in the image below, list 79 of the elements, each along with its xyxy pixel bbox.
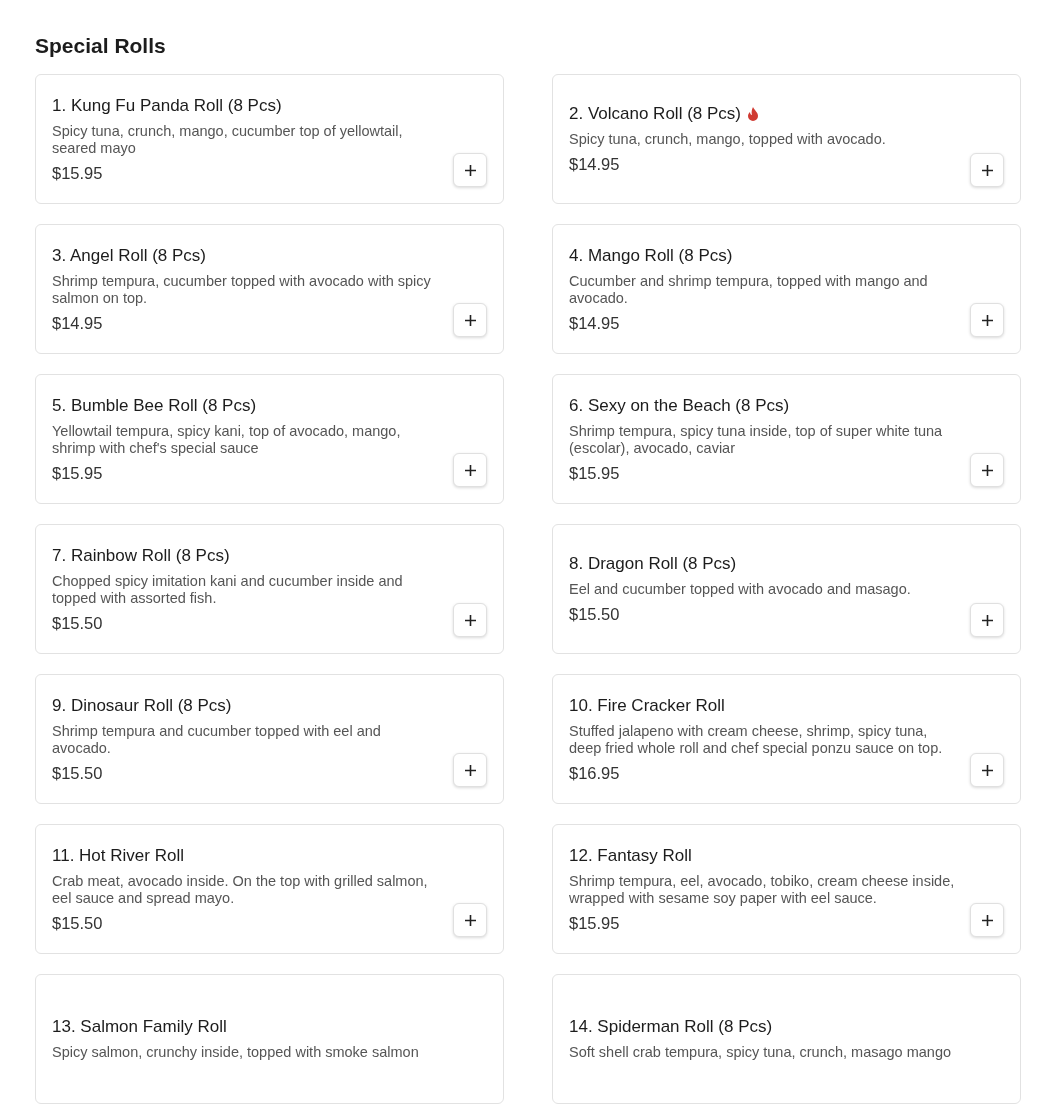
item-description: Stuffed jalapeno with cream cheese, shrimp, spicy tuna, deep fried whole roll and chef special ponzu sauce on top.: [569, 722, 944, 757]
add-button[interactable]: [453, 453, 487, 487]
item-price: $15.50: [52, 763, 104, 783]
item-price: $15.50: [52, 913, 104, 933]
menu-item-card[interactable]: 3. Angel Roll (8 Pcs) Shrimp tempura, cucumber topped with avocado with spicy salmon on top. $14.95: [35, 224, 504, 354]
menu-item-card[interactable]: 8. Dragon Roll (8 Pcs) Eel and cucumber topped with avocado and masago. $15.50: [552, 524, 1021, 654]
add-button[interactable]: [970, 153, 1004, 187]
item-price: $16.95: [569, 763, 621, 783]
item-name: 11. Hot River Roll: [52, 845, 184, 866]
menu-item-card[interactable]: 13. Salmon Family Roll Spicy salmon, crunchy inside, topped with smoke salmon: [35, 974, 504, 1104]
plus-icon: [464, 464, 476, 476]
item-price: $14.95: [52, 313, 104, 333]
menu-item-card[interactable]: 9. Dinosaur Roll (8 Pcs) Shrimp tempura and cucumber topped with eel and avocado. $15.50: [35, 674, 504, 804]
item-description: Spicy tuna, crunch, mango, topped with avocado.: [569, 131, 887, 148]
section-title: Special Rolls: [35, 34, 167, 58]
plus-icon: [464, 914, 476, 926]
item-description: Soft shell crab tempura, spicy tuna, crunch, masago mango: [569, 1044, 953, 1061]
item-price: $15.95: [569, 913, 621, 933]
plus-icon: [981, 764, 993, 776]
item-price: $14.95: [569, 155, 621, 174]
add-button[interactable]: [970, 453, 1004, 487]
item-description: Shrimp tempura, cucumber topped with avocado with spicy salmon on top.: [52, 272, 432, 307]
add-button[interactable]: [970, 603, 1004, 637]
item-name: 12. Fantasy Roll: [569, 845, 692, 866]
plus-icon: [981, 314, 993, 326]
add-button[interactable]: [970, 303, 1004, 337]
plus-icon: [464, 764, 476, 776]
plus-icon: [981, 914, 993, 926]
plus-icon: [464, 314, 476, 326]
menu-item-card[interactable]: 7. Rainbow Roll (8 Pcs) Chopped spicy imitation kani and cucumber inside and topped with assorted fish. $15.50: [35, 524, 504, 654]
plus-icon: [464, 164, 476, 176]
add-button[interactable]: [453, 303, 487, 337]
item-price: $14.95: [569, 313, 621, 333]
menu-item-card[interactable]: 11. Hot River Roll Crab meat, avocado inside. On the top with grilled salmon, eel sauce and spread mayo. $15.50: [35, 824, 504, 954]
add-button[interactable]: [453, 903, 487, 937]
menu-item-card[interactable]: 10. Fire Cracker Roll Stuffed jalapeno with cream cheese, shrimp, spicy tuna, deep fried whole roll and chef special ponzu sauce on top. $16.95: [552, 674, 1021, 804]
item-price: $15.95: [52, 163, 104, 183]
menu-item-card[interactable]: 1. Kung Fu Panda Roll (8 Pcs) Spicy tuna, crunch, mango, cucumber top of yellowtail, seared mayo $15.95: [35, 74, 504, 204]
item-description: Chopped spicy imitation kani and cucumber inside and topped with assorted fish.: [52, 572, 404, 607]
plus-icon: [981, 164, 993, 176]
item-name: 3. Angel Roll (8 Pcs): [52, 245, 206, 266]
item-description: Cucumber and shrimp tempura, topped with mango and avocado.: [569, 272, 929, 307]
add-button[interactable]: [453, 603, 487, 637]
item-price: $15.95: [52, 463, 104, 483]
item-name: 8. Dragon Roll (8 Pcs): [569, 554, 737, 574]
add-button[interactable]: [453, 153, 487, 187]
add-button[interactable]: [970, 903, 1004, 937]
item-name: 13. Salmon Family Roll: [52, 1017, 227, 1037]
plus-icon: [981, 464, 993, 476]
item-description: Shrimp tempura, eel, avocado, tobiko, cream cheese inside, wrapped with sesame soy paper with eel sauce.: [569, 872, 956, 907]
item-description: Shrimp tempura, spicy tuna inside, top of super white tuna (escolar), avocado, caviar: [569, 422, 944, 457]
item-description: Crab meat, avocado inside. On the top with grilled salmon, eel sauce and spread mayo.: [52, 872, 429, 907]
item-name: 1. Kung Fu Panda Roll (8 Pcs): [52, 95, 282, 116]
menu-item-card[interactable]: 12. Fantasy Roll Shrimp tempura, eel, avocado, tobiko, cream cheese inside, wrapped with sesame soy paper with eel sauce. $15.95: [552, 824, 1021, 954]
item-price: $15.50: [52, 613, 104, 633]
item-name: 4. Mango Roll (8 Pcs): [569, 245, 733, 266]
item-price: $15.50: [569, 605, 621, 624]
menu-item-card[interactable]: 14. Spiderman Roll (8 Pcs) Soft shell crab tempura, spicy tuna, crunch, masago mango: [552, 974, 1021, 1104]
item-description: Shrimp tempura and cucumber topped with eel and avocado.: [52, 722, 382, 757]
item-name: 9. Dinosaur Roll (8 Pcs): [52, 695, 232, 716]
add-button[interactable]: [970, 753, 1004, 787]
item-name: 2. Volcano Roll (8 Pcs): [569, 104, 741, 124]
item-price: $15.95: [569, 463, 621, 483]
menu-item-card[interactable]: 5. Bumble Bee Roll (8 Pcs) Yellowtail tempura, spicy kani, top of avocado, mango, shrimp with chef's special sauce $15.95: [35, 374, 504, 504]
add-button[interactable]: [453, 753, 487, 787]
item-description: Eel and cucumber topped with avocado and masago.: [569, 581, 912, 598]
item-description: Yellowtail tempura, spicy kani, top of avocado, mango, shrimp with chef's special sauce: [52, 422, 402, 457]
menu-item-card[interactable]: 4. Mango Roll (8 Pcs) Cucumber and shrimp tempura, topped with mango and avocado. $14.95: [552, 224, 1021, 354]
item-name: 14. Spiderman Roll (8 Pcs): [569, 1017, 773, 1037]
item-name: 6. Sexy on the Beach (8 Pcs): [569, 395, 790, 416]
item-name: 5. Bumble Bee Roll (8 Pcs): [52, 395, 257, 416]
item-name: 10. Fire Cracker Roll: [569, 695, 725, 716]
item-description: Spicy salmon, crunchy inside, topped with smoke salmon: [52, 1044, 420, 1061]
item-description: Spicy tuna, crunch, mango, cucumber top of yellowtail, seared mayo: [52, 122, 404, 157]
menu-item-card[interactable]: 2. Volcano Roll (8 Pcs) Spicy tuna, crunch, mango, topped with avocado. $14.95: [552, 74, 1021, 204]
plus-icon: [981, 614, 993, 626]
menu-item-card[interactable]: 6. Sexy on the Beach (8 Pcs) Shrimp tempura, spicy tuna inside, top of super white tuna (escolar), avocado, caviar $15.95: [552, 374, 1021, 504]
item-name: 7. Rainbow Roll (8 Pcs): [52, 545, 230, 566]
plus-icon: [464, 614, 476, 626]
